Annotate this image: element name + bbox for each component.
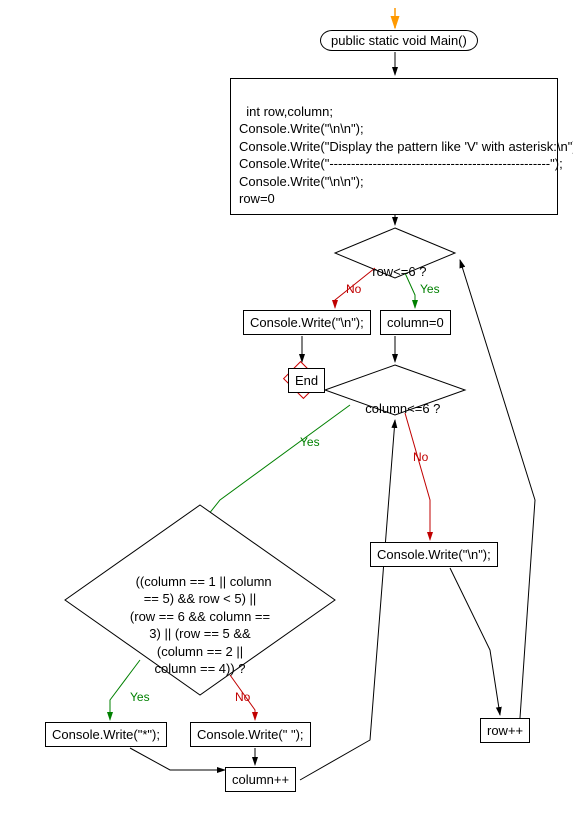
edge-no-col: No [413, 450, 428, 464]
inc-column: column++ [225, 767, 296, 792]
edge-no-row: No [346, 282, 361, 296]
edge-yes-row: Yes [420, 282, 440, 296]
set-column-0: column=0 [380, 310, 451, 335]
end-node: End [288, 368, 325, 393]
write-space: Console.Write(" "); [190, 722, 311, 747]
start-label: public static void Main() [331, 33, 467, 48]
edge-no-cond: No [235, 690, 250, 704]
edge-yes-col: Yes [300, 435, 320, 449]
edge-yes-cond: Yes [130, 690, 150, 704]
init-block: int row,column; Console.Write("\n\n"); C… [230, 78, 558, 215]
inc-row: row++ [480, 718, 530, 743]
start-node: public static void Main() [320, 30, 478, 51]
write-newline-2: Console.Write("\n"); [370, 542, 498, 567]
write-newline-1: Console.Write("\n"); [243, 310, 371, 335]
write-star: Console.Write("*"); [45, 722, 167, 747]
init-block-text: int row,column; Console.Write("\n\n"); C… [239, 104, 573, 207]
